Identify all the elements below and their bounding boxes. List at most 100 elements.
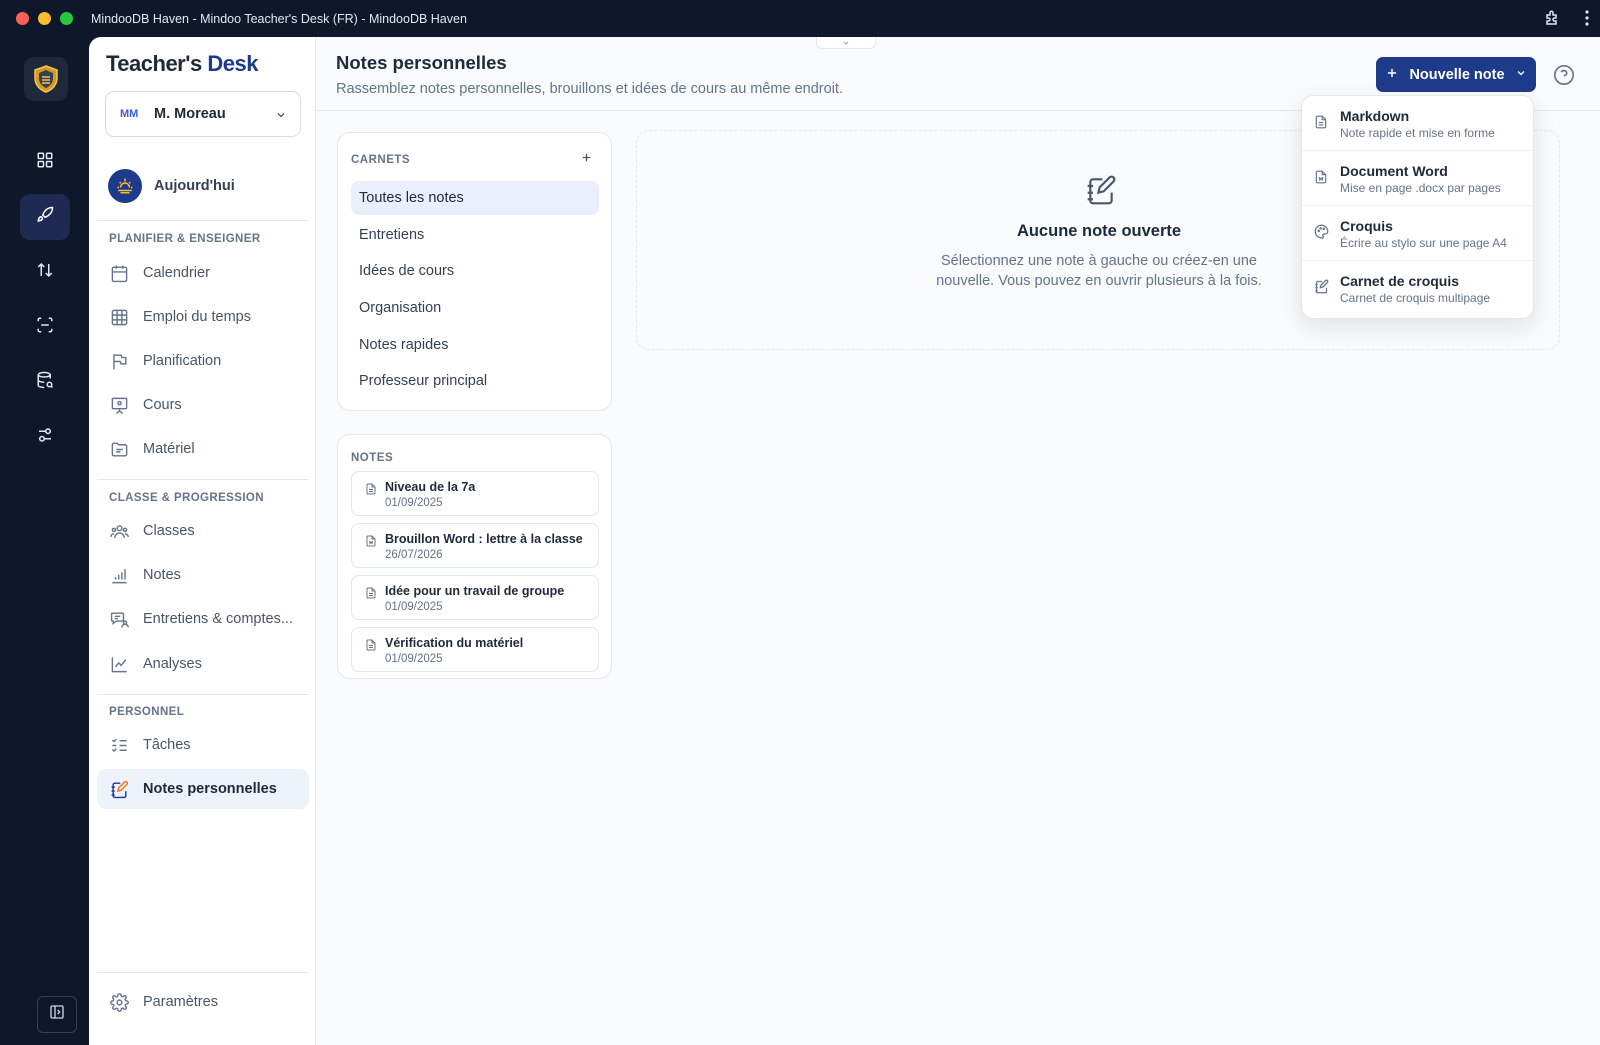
users-icon [109,521,129,541]
section-classe-title: CLASSE & PROGRESSION [109,492,264,504]
calendar-icon [109,263,129,283]
zoom-window-button[interactable] [60,12,73,25]
sidebar-item-notes-personnelles[interactable]: Notes personnelles [97,769,309,809]
menu-item-subtitle: Carnet de croquis multipage [1340,291,1491,305]
rail-settings-button[interactable] [20,414,70,460]
menu-item-title: Document Word [1340,163,1448,179]
divider [97,694,309,695]
bar-chart-icon [109,565,129,585]
sidebar: Teacher's Desk MM M. Moreau Aujourd'hui … [89,37,316,1045]
notebooks-panel: CARNETS Toutes les notes Entretiens Idée… [337,132,612,411]
notebook-item[interactable]: Professeur principal [351,364,599,398]
today-label: Aujourd'hui [154,178,235,194]
note-date: 26/07/2026 [385,549,443,561]
grid-icon [36,151,54,174]
notes-panel: NOTES Niveau de la 7a 01/09/2025 Brouill… [337,434,612,679]
note-title: Vérification du matériel [385,636,524,650]
sidebar-item-cours[interactable]: Cours [97,385,309,425]
folder-icon [109,439,129,459]
sidebar-item-classes[interactable]: Classes [97,511,309,551]
note-card[interactable]: Niveau de la 7a 01/09/2025 [351,471,599,516]
empty-text: Sélectionnez une note à gauche ou créez-… [936,253,1262,289]
menu-item-title: Markdown [1340,108,1410,124]
help-button[interactable] [1553,64,1575,86]
menu-item-document-word[interactable]: Document Word Mise en page .docx par pag… [1302,151,1533,206]
file-text-icon [365,586,377,605]
note-title: Niveau de la 7a [385,480,476,494]
note-title: Brouillon Word : lettre à la classe [385,532,583,546]
notebook-item[interactable]: Idées de cours [351,254,599,288]
presentation-icon [109,395,129,415]
sidebar-item-taches[interactable]: Tâches [97,725,309,765]
page-title: Notes personnelles [336,52,507,73]
notebook-pen-icon [109,779,129,799]
menu-item-carnet-de-croquis[interactable]: Carnet de croquis Carnet de croquis mult… [1302,261,1533,316]
chevron-down-icon [275,108,287,126]
extension-icon[interactable] [1544,9,1562,27]
rail-scan-button[interactable] [20,304,70,350]
list-checks-icon [109,735,129,755]
sidebar-item-label: Notes [143,567,181,583]
note-date: 01/09/2025 [385,653,443,665]
sidebar-item-label: Planification [143,353,222,369]
menu-item-croquis[interactable]: Croquis Écrire au stylo sur une page A4 [1302,206,1533,261]
close-window-button[interactable] [16,12,29,25]
sidebar-item-materiel[interactable]: Matériel [97,429,309,469]
menu-item-title: Croquis [1340,218,1393,234]
window-controls [16,12,73,25]
rail-dashboard-button[interactable] [20,139,70,185]
new-note-button[interactable]: Nouvelle note [1376,57,1536,92]
sidebar-item-planification[interactable]: Planification [97,341,309,381]
sidebar-item-analyses[interactable]: Analyses [97,644,309,684]
table-grid-icon [109,307,129,327]
add-notebook-button[interactable] [580,151,593,169]
sidebar-item-calendrier[interactable]: Calendrier [97,253,309,293]
note-card[interactable]: Vérification du matériel 01/09/2025 [351,627,599,672]
notebook-item[interactable]: Entretiens [351,218,599,252]
sidebar-item-parametres[interactable]: Paramètres [97,982,309,1022]
arrow-up-down-icon [36,261,54,284]
sidebar-item-label: Calendrier [143,265,210,281]
note-date: 01/09/2025 [385,497,443,509]
notebook-item[interactable]: Notes rapides [351,328,599,362]
window-titlebar: MindooDB Haven - Mindoo Teacher's Desk (… [0,0,1600,37]
note-card[interactable]: Brouillon Word : lettre à la classe 26/0… [351,523,599,568]
menu-item-markdown[interactable]: Markdown Note rapide et mise en forme [1302,96,1533,151]
more-vertical-icon[interactable] [1584,10,1590,26]
note-card[interactable]: Idée pour un travail de groupe 01/09/202… [351,575,599,620]
notebook-item[interactable]: Organisation [351,291,599,325]
plus-icon [1385,66,1399,84]
sidebar-item-label: Cours [143,397,182,413]
notebooks-title: CARNETS [351,154,411,166]
sidebar-item-emploi-du-temps[interactable]: Emploi du temps [97,297,309,337]
today-button[interactable]: Aujourd'hui [108,169,235,203]
message-user-icon [109,609,129,629]
file-text-icon [365,482,377,501]
chevron-down-icon [841,34,851,52]
user-name: M. Moreau [154,106,226,122]
divider [97,972,309,973]
sidebar-item-notes[interactable]: Notes [97,555,309,595]
notebook-item[interactable]: Toutes les notes [351,181,599,215]
file-word-icon [365,534,377,553]
collapse-header-handle[interactable] [816,37,876,49]
rail-sync-button[interactable] [20,249,70,295]
note-title: Idée pour un travail de groupe [385,584,565,598]
user-selector[interactable]: MM M. Moreau [105,91,301,137]
menu-item-title: Carnet de croquis [1340,273,1460,289]
rail-launch-button[interactable] [20,194,70,240]
toggle-sidebar-button[interactable] [37,996,77,1033]
section-perso-title: PERSONNEL [109,706,185,718]
note-date: 01/09/2025 [385,601,443,613]
file-text-icon [1314,114,1328,135]
section-plan-title: PLANIFIER & ENSEIGNER [109,233,261,245]
rail-database-button[interactable] [20,359,70,405]
minimize-window-button[interactable] [38,12,51,25]
sliders-icon [36,426,54,449]
sidebar-item-entretiens[interactable]: Entretiens & comptes... [97,599,309,639]
sidebar-item-label: Paramètres [143,994,218,1010]
sunrise-icon [108,169,142,203]
notebook-pen-icon [1085,174,1117,211]
palette-icon [1314,224,1329,244]
app-logo[interactable] [24,57,68,101]
